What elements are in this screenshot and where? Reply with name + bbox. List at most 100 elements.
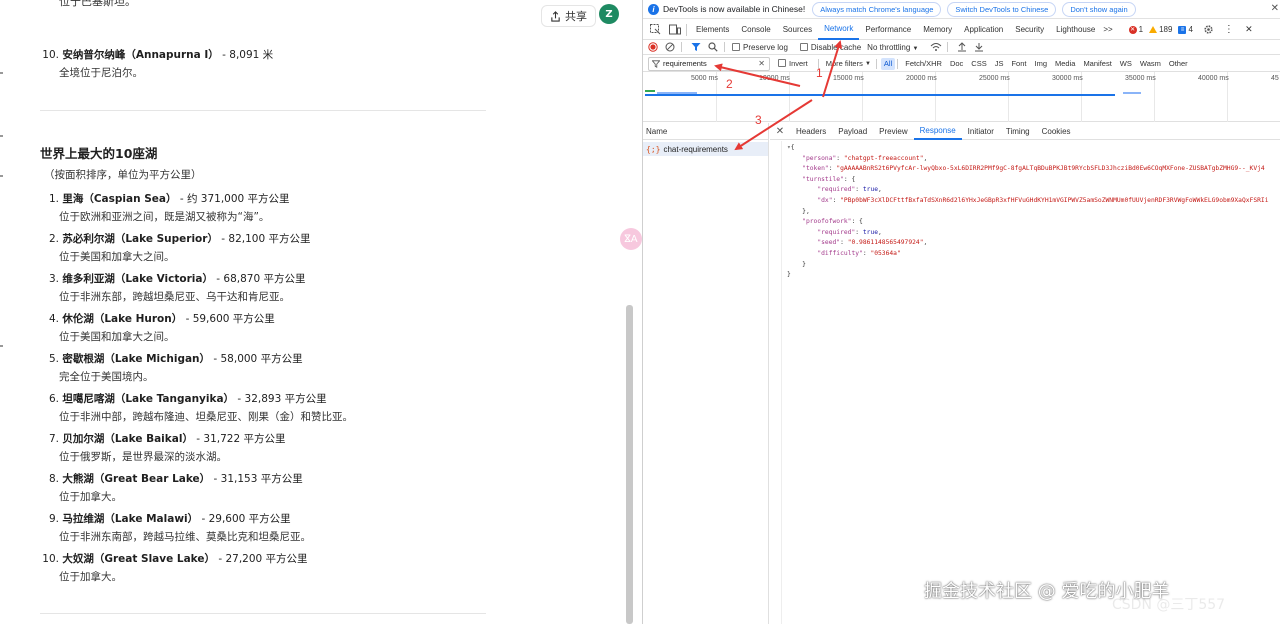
error-count[interactable]: ✕ 1	[1128, 25, 1143, 34]
tab-performance[interactable]: Performance	[859, 20, 917, 40]
section-title: 世界上最大的10座湖	[40, 146, 158, 161]
avatar[interactable]: Z	[599, 4, 619, 24]
dont-show-again-button[interactable]: Don't show again	[1062, 1, 1136, 17]
dx-value: "PBp0bWF3cXlDCFttfBxfaTdSXnR6d2l6YHxJeGB…	[840, 196, 1269, 204]
item-description: 位于加拿大。	[59, 571, 122, 583]
section-note: （按面积排序，单位为平方公里）	[44, 169, 202, 181]
tab-network[interactable]: Network	[818, 20, 860, 40]
request-list: Name {;} chat-requirements	[643, 123, 769, 624]
close-devtools-icon[interactable]: ✕	[1241, 22, 1257, 38]
filter-type-doc[interactable]: Doc	[947, 58, 966, 70]
name-column-header[interactable]: Name	[643, 123, 768, 140]
match-language-button[interactable]: Always match Chrome's language	[812, 1, 942, 17]
tab-initiator[interactable]: Initiator	[962, 123, 1000, 140]
item-number: 7.	[48, 433, 59, 445]
item-title: 密歇根湖（Lake Michigan）	[62, 353, 211, 365]
detail-tabs: ✕ Headers Payload Preview Response Initi…	[770, 123, 1280, 140]
share-button[interactable]: 共享	[541, 5, 596, 27]
divider	[897, 58, 899, 69]
lake-list-item: 5. 密歇根湖（Lake Michigan） - 58,000 平方公里 完全位于…	[40, 350, 500, 386]
filter-type-fetch-xhr[interactable]: Fetch/XHR	[902, 58, 945, 70]
filter-type-js[interactable]: JS	[992, 58, 1007, 70]
wifi-icon[interactable]	[929, 40, 943, 54]
lake-list-item: 8. 大熊湖（Great Bear Lake） - 31,153 平方公里 位于加…	[40, 470, 500, 506]
item-description: 位于美国和加拿大之间。	[59, 331, 175, 343]
tab-headers[interactable]: Headers	[790, 123, 832, 140]
clear-icon[interactable]	[663, 40, 677, 54]
export-har-icon[interactable]	[972, 40, 986, 54]
filter-input[interactable]	[663, 59, 753, 68]
invert-checkbox[interactable]: Invert	[778, 59, 808, 68]
response-body[interactable]: ▾{ "persona": "chatgpt-freeaccount", "to…	[770, 141, 1280, 624]
item-description: 位于非洲东南部，跨越马拉维、莫桑比克和坦桑尼亚。	[59, 531, 311, 543]
device-toolbar-icon[interactable]	[667, 22, 683, 38]
record-icon[interactable]	[646, 40, 660, 54]
more-filters-dropdown[interactable]: More filters ▼	[823, 58, 874, 70]
item-value: - 约 371,000 平方公里	[176, 193, 290, 205]
item-description: 位于非洲东部，跨越坦桑尼亚、乌干达和肯尼亚。	[59, 291, 290, 303]
lake-list-item: 4. 休伦湖（Lake Huron） - 59,600 平方公里 位于美国和加拿大…	[40, 310, 500, 346]
item-description: 位于加拿大。	[59, 491, 122, 503]
timeline-request-bar	[645, 90, 655, 92]
divider	[724, 42, 725, 52]
warning-count[interactable]: 189	[1149, 25, 1172, 34]
tab-timing[interactable]: Timing	[1000, 123, 1036, 140]
filter-type-other[interactable]: Other	[1166, 58, 1191, 70]
timeline-request-bar	[645, 94, 1115, 96]
tab-memory[interactable]: Memory	[917, 20, 958, 40]
preserve-log-checkbox[interactable]: Preserve log	[732, 42, 788, 52]
settings-gear-icon[interactable]	[1201, 22, 1217, 38]
filter-type-ws[interactable]: WS	[1117, 58, 1135, 70]
line-gutter	[770, 141, 782, 624]
item-value: - 31,722 平方公里	[192, 433, 286, 445]
filter-type-font[interactable]: Font	[1008, 58, 1029, 70]
filter-type-img[interactable]: Img	[1031, 58, 1050, 70]
tab-payload[interactable]: Payload	[832, 123, 873, 140]
filter-type-css[interactable]: CSS	[968, 58, 989, 70]
tab-lighthouse[interactable]: Lighthouse	[1050, 20, 1101, 40]
filter-type-all[interactable]: All	[880, 57, 896, 70]
edge-marker	[0, 135, 3, 137]
tab-application[interactable]: Application	[958, 20, 1009, 40]
throttling-select[interactable]: No throttling ▼	[867, 43, 918, 52]
tab-response[interactable]: Response	[913, 123, 962, 140]
close-icon[interactable]: ✕	[770, 126, 790, 137]
pow-required-value: true	[862, 228, 879, 236]
filter-type-media[interactable]: Media	[1052, 58, 1078, 70]
filter-icon[interactable]	[689, 40, 703, 54]
filter-type-wasm[interactable]: Wasm	[1137, 58, 1164, 70]
item-value: - 58,000 平方公里	[210, 353, 303, 365]
info-count[interactable]: ≡ 4	[1178, 25, 1193, 34]
tab-cookies[interactable]: Cookies	[1036, 123, 1077, 140]
edge-marker	[0, 72, 3, 74]
lake-list-item: 6. 坦噶尼喀湖（Lake Tanganyika） - 32,893 平方公里位…	[40, 390, 500, 426]
request-row[interactable]: {;} chat-requirements	[643, 142, 768, 156]
filter-field[interactable]: ✕	[648, 56, 770, 71]
tab-security[interactable]: Security	[1009, 20, 1050, 40]
translate-float-button[interactable]: ⴵA	[620, 228, 642, 250]
search-icon[interactable]	[706, 40, 720, 54]
inspect-element-icon[interactable]	[647, 22, 663, 38]
more-tabs-button[interactable]: >>	[1101, 20, 1114, 40]
tab-sources[interactable]: Sources	[777, 20, 818, 40]
network-timeline[interactable]: 5000 ms 10000 ms 15000 ms 20000 ms 25000…	[643, 72, 1280, 122]
tab-preview[interactable]: Preview	[873, 123, 913, 140]
import-har-icon[interactable]	[955, 40, 969, 54]
tab-console[interactable]: Console	[735, 20, 776, 40]
edge-marker	[0, 175, 3, 177]
lake-list-item: 10. 大奴湖（Great Slave Lake） - 27,200 平方公里位…	[40, 550, 500, 586]
disable-cache-checkbox[interactable]: Disable cache	[799, 42, 861, 52]
item-value: - 31,153 平方公里	[210, 473, 303, 485]
item-description: 完全位于美国境内。	[59, 371, 154, 383]
switch-language-button[interactable]: Switch DevTools to Chinese	[947, 1, 1057, 17]
clear-filter-icon[interactable]: ✕	[758, 59, 765, 68]
chevron-down-icon: ▼	[864, 60, 871, 67]
scrollbar-thumb[interactable]	[626, 305, 633, 624]
timeline-tick: 25000 ms	[979, 75, 1010, 82]
more-options-icon[interactable]: ⋮	[1221, 22, 1237, 38]
tab-elements[interactable]: Elements	[690, 20, 735, 40]
filter-type-manifest[interactable]: Manifest	[1080, 58, 1114, 70]
item-value: - 59,600 平方公里	[182, 313, 275, 325]
timeline-tick: 10000 ms	[759, 75, 790, 82]
close-icon[interactable]: ✕	[1271, 3, 1279, 14]
